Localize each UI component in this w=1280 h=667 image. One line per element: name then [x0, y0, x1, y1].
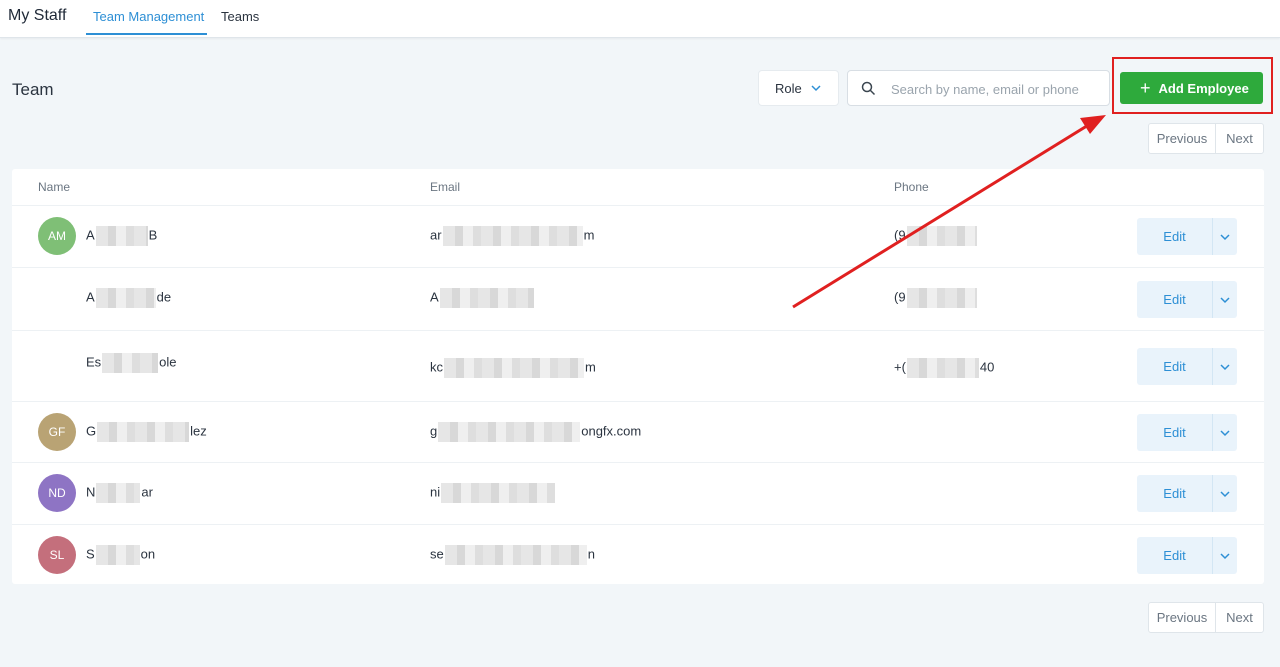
previous-page-button[interactable]: Previous: [1149, 603, 1216, 632]
search-icon: [861, 81, 876, 101]
edit-button[interactable]: Edit: [1137, 281, 1212, 318]
avatar: [38, 344, 76, 382]
pagination-bottom: Previous Next: [1148, 602, 1264, 633]
search-input[interactable]: [891, 79, 1101, 99]
tab-team-management[interactable]: Team Management: [93, 9, 204, 24]
avatar: GF: [38, 413, 76, 451]
edit-button[interactable]: Edit: [1137, 537, 1212, 574]
chevron-down-icon: [1220, 429, 1230, 436]
column-header-phone: Phone: [894, 180, 929, 194]
edit-button[interactable]: Edit: [1137, 218, 1212, 255]
table-row[interactable]: AM AB ar m (9 Edit: [12, 205, 1264, 267]
employee-email: ni: [430, 483, 556, 503]
edit-button-group: Edit: [1137, 475, 1237, 512]
pagination-top: Previous Next: [1148, 123, 1264, 154]
row-menu-toggle[interactable]: [1212, 537, 1237, 574]
chevron-down-icon: [1220, 296, 1230, 303]
row-menu-toggle[interactable]: [1212, 475, 1237, 512]
avatar: AM: [38, 217, 76, 255]
employee-name: AB: [86, 226, 157, 246]
avatar: SL: [38, 536, 76, 574]
column-header-name: Name: [38, 180, 71, 194]
annotation-highlight-box: [1112, 57, 1273, 114]
chevron-down-icon: [1220, 233, 1230, 240]
edit-button-group: Edit: [1137, 414, 1237, 451]
search-field[interactable]: [847, 70, 1110, 106]
table-row[interactable]: ND Nar ni Edit: [12, 462, 1264, 524]
edit-button[interactable]: Edit: [1137, 475, 1212, 512]
chevron-down-icon: [1220, 490, 1230, 497]
edit-button[interactable]: Edit: [1137, 414, 1212, 451]
row-menu-toggle[interactable]: [1212, 414, 1237, 451]
app-title: My Staff: [8, 7, 67, 24]
table-row[interactable]: SL Son se n Edit: [12, 524, 1264, 584]
edit-button[interactable]: Edit: [1137, 348, 1212, 385]
role-filter-dropdown[interactable]: Role: [758, 70, 839, 106]
employee-email: kc m: [430, 358, 596, 378]
tab-teams[interactable]: Teams: [221, 9, 259, 24]
table-row[interactable]: Es ole kc m +(40 Edit: [12, 330, 1264, 401]
avatar: [38, 279, 76, 317]
edit-button-group: Edit: [1137, 537, 1237, 574]
previous-page-button[interactable]: Previous: [1149, 124, 1216, 153]
employee-email: g ongfx.com: [430, 422, 641, 442]
row-menu-toggle[interactable]: [1212, 218, 1237, 255]
chevron-down-icon: [1220, 552, 1230, 559]
employee-name: Glez: [86, 422, 207, 442]
active-tab-indicator: [86, 33, 207, 35]
employee-name: Nar: [86, 483, 153, 503]
employee-phone: (9: [894, 226, 978, 246]
row-menu-toggle[interactable]: [1212, 281, 1237, 318]
employee-table: Name Email Phone AM AB arm (9 Edit Ade: [12, 169, 1264, 584]
edit-button-group: Edit: [1137, 218, 1237, 255]
next-page-button[interactable]: Next: [1216, 124, 1263, 153]
employee-name: Ade: [86, 288, 171, 308]
employee-name: Son: [86, 545, 155, 565]
chevron-down-icon: [1220, 363, 1230, 370]
edit-button-group: Edit: [1137, 348, 1237, 385]
avatar: ND: [38, 474, 76, 512]
page-title: Team: [12, 80, 54, 99]
table-row[interactable]: GF Glez g ongfx.com Edit: [12, 401, 1264, 462]
role-filter-label: Role: [775, 80, 802, 96]
employee-name: Es ole: [86, 353, 177, 373]
employee-email: A: [430, 288, 535, 308]
column-header-email: Email: [430, 180, 461, 194]
next-page-button[interactable]: Next: [1216, 603, 1263, 632]
edit-button-group: Edit: [1137, 281, 1237, 318]
table-row[interactable]: Ade A (9 Edit: [12, 267, 1264, 330]
employee-email: ar m: [430, 226, 594, 246]
row-menu-toggle[interactable]: [1212, 348, 1237, 385]
employee-email: se n: [430, 545, 595, 565]
chevron-down-icon: [810, 82, 822, 97]
employee-phone: +(40: [894, 358, 994, 378]
top-nav-bar: My Staff Team Management Teams: [0, 0, 1280, 38]
employee-phone: (9: [894, 288, 978, 308]
